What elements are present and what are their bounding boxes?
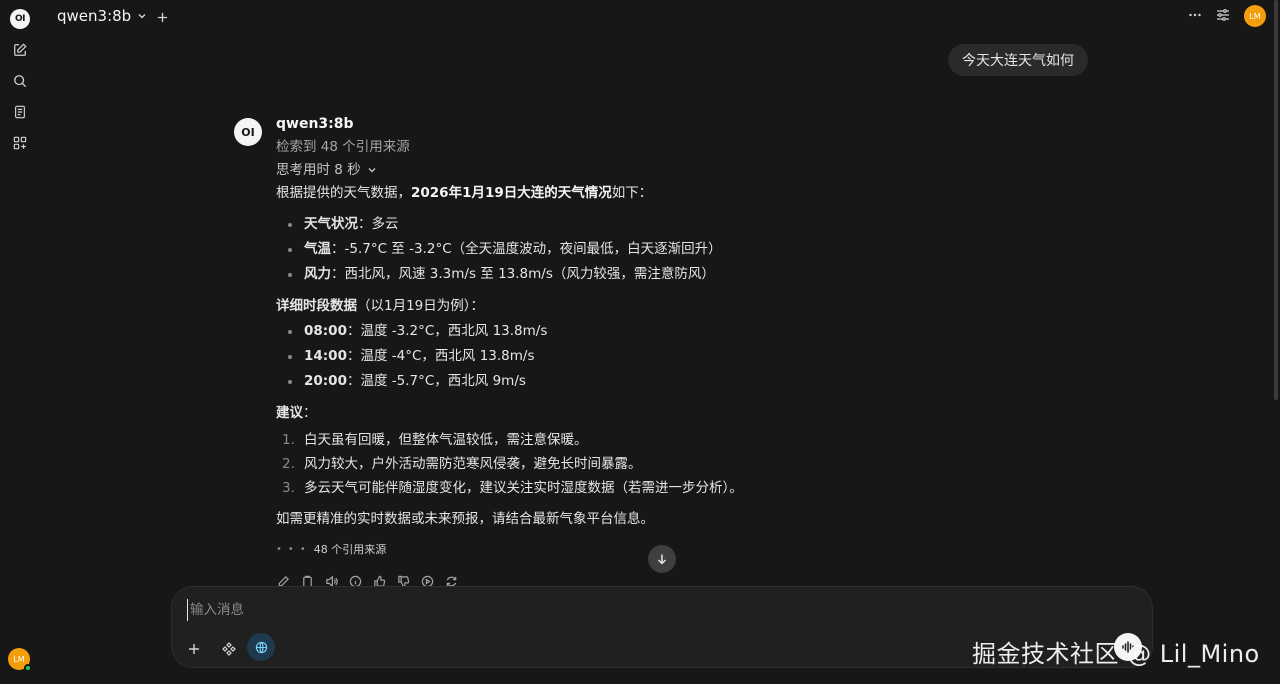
integrations-icon [222, 642, 236, 656]
item-text: ：温度 -4°C，西北风 13.8m/s [346, 348, 535, 365]
list-item: 气温 ：-5.7°C 至 -3.2°C（全天温度波动，夜间最低，白天逐渐回升） [284, 237, 796, 262]
detail-heading: 详细时段数据 （以1月19日为例）： [276, 295, 796, 317]
item-number: 1. [282, 431, 295, 448]
item-text: 多云天气可能伴随湿度变化，建议关注实时湿度数据（若需进一步分析）。 [304, 479, 743, 496]
controls-button[interactable] [1216, 7, 1230, 26]
chevron-down-icon [368, 168, 376, 173]
search-icon[interactable] [10, 71, 30, 91]
advice-colon: ： [303, 404, 317, 421]
item-time: 08:00 [304, 323, 347, 340]
plus-icon [157, 12, 168, 23]
list-item: 2. 风力较大，户外活动需防范寒风侵袭，避免长时间暴露。 [282, 452, 796, 476]
add-model-button[interactable] [157, 8, 168, 27]
page-scrollbar[interactable] [1274, 0, 1278, 400]
scroll-to-bottom-button[interactable] [648, 545, 676, 573]
tools-button[interactable] [217, 637, 241, 661]
header-user-avatar[interactable]: LM [1244, 5, 1266, 27]
advice-list: 1. 白天虽有回暖，但整体气温较低，需注意保暖。 2. 风力较大，户外活动需防范寒风… [282, 428, 796, 500]
user-message: 今天大连天气如何 [948, 44, 1088, 76]
list-item: 天气状况 ：多云 [284, 212, 796, 237]
item-label: 气温 [304, 241, 331, 258]
model-name: qwen3:8b [57, 7, 132, 25]
plus-icon [189, 644, 199, 654]
detail-title: 详细时段数据 [276, 297, 357, 314]
summary-list: 天气状况 ：多云 气温 ：-5.7°C 至 -3.2°C（全天温度波动，夜间最低，白… [284, 212, 796, 287]
thinking-label: 思考用时 8 秒 [276, 161, 361, 178]
item-number: 3. [282, 479, 295, 496]
online-status-dot [24, 664, 32, 672]
more-options-button[interactable] [1188, 7, 1202, 26]
user-avatar[interactable]: LM [8, 648, 32, 672]
intro-suffix: 如下： [611, 184, 653, 201]
sources-button[interactable]: • • • 48 个引用来源 [276, 542, 796, 558]
assistant-body: qwen3:8b 检索到 48 个引用来源 思考用时 8 秒 根据提供的天气数据… [276, 116, 796, 588]
watermark: 掘金技术社区 @ Lil_Mino [972, 640, 1260, 668]
source-favicons: • • • [276, 544, 306, 555]
intro-prefix: 根据提供的天气数据， [276, 184, 411, 201]
arrow-down-icon [657, 554, 667, 565]
avatar-initials: LM [13, 654, 25, 664]
item-text: ：多云 [358, 216, 399, 233]
advice-title: 建议 [276, 404, 303, 421]
item-text: ：西北风，风速 3.3m/s 至 13.8m/s（风力较强，需注意防风） [331, 266, 715, 283]
ellipsis-icon [1189, 13, 1201, 16]
item-time: 20:00 [304, 373, 347, 390]
advice-heading: 建议： [276, 402, 796, 424]
list-item: 3. 多云天气可能伴随湿度变化，建议关注实时湿度数据（若需进一步分析）。 [282, 476, 796, 500]
item-text: ：温度 -5.7°C，西北风 9m/s [346, 373, 526, 390]
item-time: 14:00 [304, 348, 347, 365]
add-attachment-button[interactable] [182, 637, 206, 661]
message-input[interactable] [187, 599, 887, 621]
list-item: 1. 白天虽有回暖，但整体气温较低，需注意保暖。 [282, 428, 796, 452]
assistant-avatar: OI [234, 118, 262, 146]
detail-note: （以1月19日为例）： [357, 297, 485, 314]
item-label: 风力 [304, 266, 331, 283]
workspace-icon[interactable] [10, 133, 30, 153]
globe-icon [255, 641, 267, 653]
item-text: ：-5.7°C 至 -3.2°C（全天温度波动，夜间最低，白天逐渐回升） [331, 241, 722, 258]
intro-bold: 2026年1月19日大连的天气情况 [411, 184, 612, 201]
item-text: 白天虽有回暖，但整体气温较低，需注意保暖。 [304, 431, 588, 448]
item-text: ：温度 -3.2°C，西北风 13.8m/s [346, 323, 548, 340]
web-search-toggle[interactable] [247, 633, 275, 661]
chevron-down-icon [138, 14, 146, 19]
thinking-toggle[interactable]: 思考用时 8 秒 [276, 158, 796, 182]
intro-paragraph: 根据提供的天气数据， 2026年1月19日大连的天气情况 如下： [276, 182, 796, 204]
model-selector[interactable]: qwen3:8b [57, 7, 147, 25]
sidebar: OI LM [0, 0, 40, 684]
detail-list: 08:00 ：温度 -3.2°C，西北风 13.8m/s 14:00 ：温度 -4°… [284, 319, 796, 394]
search-status[interactable]: 检索到 48 个引用来源 [276, 136, 796, 158]
top-right-controls: LM [1188, 5, 1266, 27]
list-item: 14:00 ：温度 -4°C，西北风 13.8m/s [284, 344, 796, 369]
app-logo[interactable]: OI [10, 9, 30, 29]
list-item: 08:00 ：温度 -3.2°C，西北风 13.8m/s [284, 319, 796, 344]
sliders-icon [1217, 8, 1229, 21]
sources-label: 48 个引用来源 [313, 543, 387, 557]
item-text: 风力较大，户外活动需防范寒风侵袭，避免长时间暴露。 [304, 455, 642, 472]
list-item: 20:00 ：温度 -5.7°C，西北风 9m/s [284, 369, 796, 394]
closing-paragraph: 如需更精准的实时数据或未来预报，请结合最新气象平台信息。 [276, 510, 654, 527]
item-label: 天气状况 [304, 216, 358, 233]
item-number: 2. [282, 455, 295, 472]
assistant-name: qwen3:8b [276, 116, 354, 132]
top-bar: qwen3:8b LM [40, 0, 1280, 34]
new-chat-icon[interactable] [10, 40, 30, 60]
list-item: 风力 ：西北风，风速 3.3m/s 至 13.8m/s（风力较强，需注意防风） [284, 262, 796, 287]
notes-icon[interactable] [10, 102, 30, 122]
